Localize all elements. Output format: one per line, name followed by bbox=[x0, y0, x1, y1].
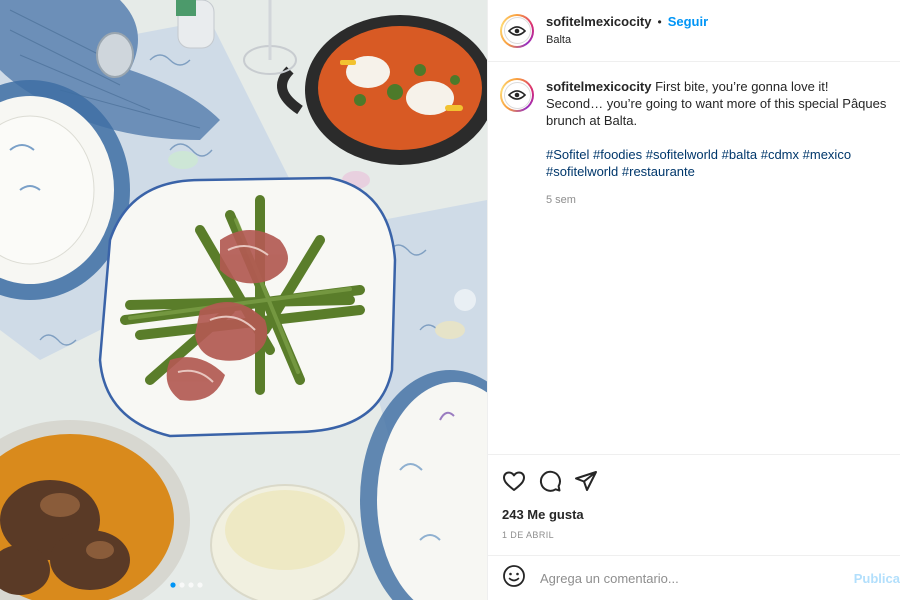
header-username[interactable]: sofitelmexicocity bbox=[546, 14, 652, 30]
smiley-icon[interactable] bbox=[502, 564, 526, 593]
location-link[interactable]: Balta bbox=[546, 34, 708, 47]
comment-bubble-icon[interactable] bbox=[538, 469, 562, 493]
hashtag-link[interactable]: #mexico bbox=[803, 147, 851, 162]
post-sidebar: sofitelmexicocity • Seguir Balta sofitel… bbox=[487, 0, 900, 600]
action-bar: 243 Me gusta 1 DE ABRIL bbox=[488, 454, 900, 554]
profile-avatar[interactable] bbox=[500, 13, 534, 48]
post-header-text: sofitelmexicocity • Seguir Balta bbox=[546, 14, 708, 47]
hashtag-list: #Sofitel #foodies #sofitelworld #balta #… bbox=[546, 146, 888, 180]
hashtag-link[interactable]: #restaurante bbox=[622, 164, 695, 179]
likes-count[interactable]: 243 Me gusta bbox=[502, 507, 887, 522]
hashtag-link[interactable]: #sofitelworld bbox=[646, 147, 718, 162]
eye-logo-icon bbox=[508, 90, 526, 100]
hashtag-link[interactable]: #Sofitel bbox=[546, 147, 589, 162]
caption-line-2: Second… you’re going to want more of thi… bbox=[546, 96, 887, 128]
caption-line-1: First bite, you’re gonna love it! bbox=[651, 79, 829, 94]
comment-form: Publicar bbox=[488, 555, 900, 600]
caption-body: sofitelmexicocity First bite, you’re gon… bbox=[546, 78, 888, 209]
hashtag-link[interactable]: #cdmx bbox=[761, 147, 799, 162]
comments-section: sofitelmexicocity First bite, you’re gon… bbox=[488, 62, 900, 454]
paper-plane-icon[interactable] bbox=[574, 469, 598, 493]
caption: sofitelmexicocity First bite, you’re gon… bbox=[500, 78, 888, 209]
caption-time-ago[interactable]: 5 sem bbox=[546, 192, 888, 209]
hashtag-link[interactable]: #foodies bbox=[593, 147, 642, 162]
publish-comment-button[interactable]: Publicar bbox=[854, 571, 900, 586]
heart-icon[interactable] bbox=[502, 469, 526, 493]
post-photo[interactable] bbox=[0, 0, 487, 600]
hashtag-link[interactable]: #sofitelworld bbox=[546, 164, 618, 179]
post-header: sofitelmexicocity • Seguir Balta bbox=[488, 0, 900, 62]
hashtag-link[interactable]: #balta bbox=[722, 147, 757, 162]
caption-avatar[interactable] bbox=[500, 78, 534, 112]
header-separator: • bbox=[657, 14, 662, 29]
comment-input[interactable] bbox=[540, 570, 840, 586]
eye-logo-icon bbox=[508, 25, 526, 36]
post-date[interactable]: 1 DE ABRIL bbox=[502, 530, 887, 540]
follow-button[interactable]: Seguir bbox=[668, 14, 708, 30]
caption-text: sofitelmexicocity First bite, you’re gon… bbox=[546, 78, 888, 129]
food-photo-illustration bbox=[0, 0, 487, 600]
caption-username[interactable]: sofitelmexicocity bbox=[546, 79, 652, 94]
